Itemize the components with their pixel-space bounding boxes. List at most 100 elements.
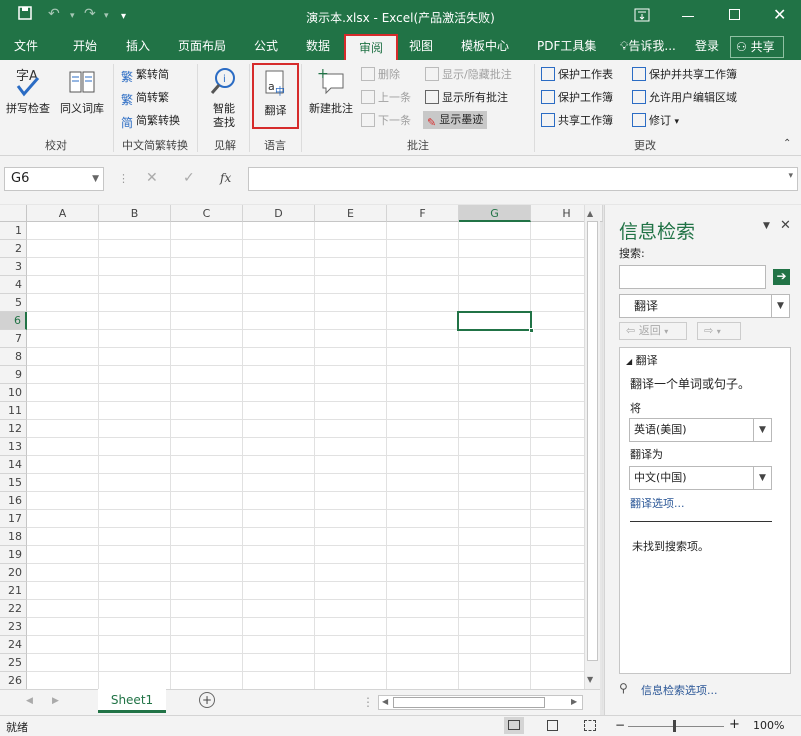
row-header[interactable]: 23: [0, 618, 27, 636]
row-header[interactable]: 26: [0, 672, 27, 690]
tab-page-layout[interactable]: 页面布局: [178, 34, 226, 60]
scroll-right-icon[interactable]: ▶: [571, 697, 577, 706]
zoom-slider[interactable]: [628, 726, 724, 727]
page-layout-view-icon[interactable]: [547, 720, 558, 731]
collapse-ribbon-icon[interactable]: ⌃: [783, 138, 791, 149]
column-header[interactable]: E: [315, 205, 387, 222]
row-header[interactable]: 3: [0, 258, 27, 276]
tab-data[interactable]: 数据: [306, 34, 330, 60]
protect-sheet-button[interactable]: 保护工作表: [541, 66, 613, 84]
pane-options-icon[interactable]: ▼: [763, 221, 770, 231]
share-button[interactable]: ⚇ 共享: [730, 36, 784, 58]
row-header[interactable]: 11: [0, 402, 27, 420]
search-input[interactable]: [619, 265, 766, 289]
next-sheet-icon[interactable]: ▶: [52, 696, 59, 706]
protect-workbook-button[interactable]: 保护工作簿: [541, 89, 613, 107]
vertical-scrollbar[interactable]: ▲ ▼: [584, 205, 600, 689]
column-header[interactable]: D: [243, 205, 315, 222]
row-header[interactable]: 2: [0, 240, 27, 258]
next-comment-button[interactable]: 下一条: [361, 112, 411, 130]
start-search-icon[interactable]: ➔: [773, 269, 790, 285]
column-header[interactable]: F: [387, 205, 459, 222]
new-comment-button[interactable]: + 新建批注: [304, 66, 358, 116]
column-header[interactable]: C: [171, 205, 243, 222]
ribbon-display-icon[interactable]: [634, 8, 650, 25]
track-changes-button[interactable]: 修订 ▾: [632, 112, 679, 130]
tab-review[interactable]: 审阅: [344, 34, 398, 61]
row-header[interactable]: 6: [0, 312, 27, 330]
scroll-up-icon[interactable]: ▲: [587, 209, 593, 218]
fill-handle[interactable]: [529, 328, 534, 333]
active-cell[interactable]: [457, 311, 532, 331]
zoom-slider-thumb[interactable]: [673, 720, 676, 732]
chevron-down-icon[interactable]: ▼: [753, 419, 771, 441]
row-header[interactable]: 21: [0, 582, 27, 600]
tab-formulas[interactable]: 公式: [254, 34, 278, 60]
page-break-view-icon[interactable]: [584, 720, 596, 731]
chevron-down-icon[interactable]: ▼: [92, 168, 99, 190]
maximize-icon[interactable]: [729, 9, 740, 20]
row-header[interactable]: 24: [0, 636, 27, 654]
worksheet-grid[interactable]: ABCDEFGH 1 2 3 4 5 6 7 8 9 10 11 12 13 14 15 16 17 18 19 20…: [0, 205, 603, 710]
simp-to-trad-button[interactable]: 繁简转繁: [121, 89, 169, 107]
row-header[interactable]: 12: [0, 420, 27, 438]
show-hide-comment-button[interactable]: 显示/隐藏批注: [425, 66, 512, 84]
login-button[interactable]: 登录: [695, 34, 719, 60]
column-header[interactable]: G: [459, 205, 531, 222]
row-header[interactable]: 13: [0, 438, 27, 456]
select-all-button[interactable]: [0, 205, 27, 222]
tab-pdf-tools[interactable]: PDF工具集: [537, 34, 596, 60]
row-header[interactable]: 8: [0, 348, 27, 366]
scroll-thumb[interactable]: [587, 221, 598, 661]
show-ink-button[interactable]: ✎ 显示墨迹: [423, 111, 488, 129]
protect-share-workbook-button[interactable]: 保护并共享工作簿: [632, 66, 737, 84]
delete-comment-button[interactable]: 删除: [361, 66, 400, 84]
cancel-icon[interactable]: ✕: [146, 170, 158, 186]
row-header[interactable]: 10: [0, 384, 27, 402]
tab-split-grip-icon[interactable]: ⋮: [362, 695, 374, 709]
chevron-down-icon[interactable]: ▼: [753, 467, 771, 489]
tab-insert[interactable]: 插入: [126, 34, 150, 60]
translate-button[interactable]: a中 翻译: [252, 63, 299, 129]
simp-trad-convert-button[interactable]: 简简繁转换: [121, 112, 180, 130]
row-header[interactable]: 7: [0, 330, 27, 348]
row-header[interactable]: 16: [0, 492, 27, 510]
name-box[interactable]: G6 ▼: [4, 167, 104, 191]
row-header[interactable]: 18: [0, 528, 27, 546]
thesaurus-button[interactable]: 同义词库: [56, 66, 108, 116]
tab-file[interactable]: 文件: [14, 34, 38, 60]
translation-options-link[interactable]: 翻译选项...: [630, 495, 685, 511]
prev-sheet-icon[interactable]: ◀: [26, 696, 33, 706]
tab-home[interactable]: 开始: [73, 34, 97, 60]
source-select[interactable]: 翻译 ▼: [619, 294, 790, 318]
to-language-select[interactable]: 中文(中国) ▼: [629, 466, 772, 490]
research-options-link[interactable]: 信息检索选项...: [641, 682, 718, 698]
row-header[interactable]: 15: [0, 474, 27, 492]
row-header[interactable]: 1: [0, 222, 27, 240]
chevron-down-icon[interactable]: ▼: [771, 295, 789, 317]
zoom-out-icon[interactable]: −: [615, 718, 625, 732]
back-button[interactable]: ⇦ 返回 ▾: [619, 322, 687, 340]
allow-edit-ranges-button[interactable]: 允许用户编辑区域: [632, 89, 737, 107]
minimize-icon[interactable]: [682, 16, 694, 17]
share-workbook-button[interactable]: 共享工作簿: [541, 112, 613, 130]
from-language-select[interactable]: 英语(美国) ▼: [629, 418, 772, 442]
row-header[interactable]: 25: [0, 654, 27, 672]
zoom-in-icon[interactable]: +: [729, 717, 740, 732]
row-header[interactable]: 20: [0, 564, 27, 582]
forward-button[interactable]: ⇨ ▾: [697, 322, 741, 340]
row-header[interactable]: 19: [0, 546, 27, 564]
spell-check-button[interactable]: 字A 拼写检查: [2, 66, 54, 116]
row-header[interactable]: 5: [0, 294, 27, 312]
enter-icon[interactable]: ✓: [183, 170, 195, 186]
horizontal-scrollbar[interactable]: ◀ ▶: [378, 695, 583, 710]
section-header[interactable]: ◢ 翻译: [626, 352, 658, 368]
previous-comment-button[interactable]: 上一条: [361, 89, 411, 107]
smart-lookup-button[interactable]: i 智能 查找: [202, 66, 246, 130]
tab-template-center[interactable]: 模板中心: [461, 34, 509, 60]
scroll-down-icon[interactable]: ▼: [587, 675, 593, 684]
row-header[interactable]: 14: [0, 456, 27, 474]
row-header[interactable]: 22: [0, 600, 27, 618]
row-header[interactable]: 9: [0, 366, 27, 384]
add-sheet-icon[interactable]: +: [199, 692, 215, 708]
